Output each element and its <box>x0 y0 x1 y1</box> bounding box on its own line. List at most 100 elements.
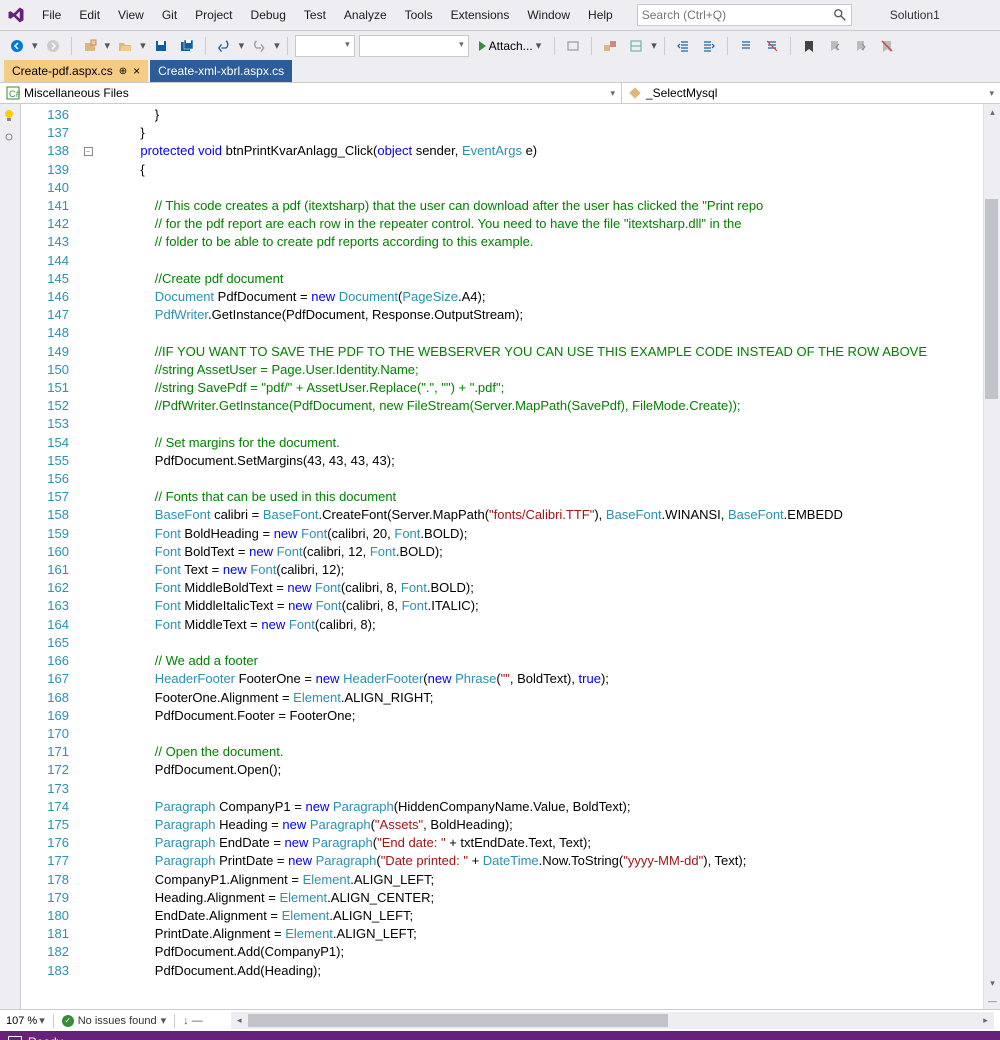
menu-edit[interactable]: Edit <box>71 4 108 26</box>
attach-button[interactable]: Attach... ▾ <box>473 35 548 57</box>
fold-cell[interactable] <box>79 470 97 488</box>
code-line[interactable]: // folder to be able to create pdf repor… <box>97 233 1000 251</box>
indent-more-button[interactable] <box>698 35 720 57</box>
code-line[interactable]: PdfDocument.Footer = FooterOne; <box>97 707 1000 725</box>
fold-cell[interactable] <box>79 379 97 397</box>
code-line[interactable]: } <box>97 106 1000 124</box>
fold-cell[interactable] <box>79 743 97 761</box>
close-icon[interactable]: × <box>133 64 140 78</box>
code-line[interactable] <box>97 634 1000 652</box>
code-line[interactable]: { <box>97 161 1000 179</box>
new-project-button[interactable] <box>79 35 101 57</box>
code-line[interactable]: // Set margins for the document. <box>97 434 1000 452</box>
fold-cell[interactable] <box>79 488 97 506</box>
undo-button[interactable] <box>213 35 235 57</box>
dropdown-icon[interactable]: ▾ <box>239 39 245 52</box>
vertical-scrollbar[interactable]: ▴ ▾ ― <box>983 104 1000 1009</box>
fold-cell[interactable] <box>79 397 97 415</box>
code-line[interactable]: // This code creates a pdf (itextsharp) … <box>97 197 1000 215</box>
fold-cell[interactable] <box>79 925 97 943</box>
dropdown-icon[interactable]: ▾ <box>105 39 111 52</box>
fold-cell[interactable] <box>79 561 97 579</box>
dropdown-icon[interactable]: ▾ <box>32 39 38 52</box>
code-line[interactable]: //string AssetUser = Page.User.Identity.… <box>97 361 1000 379</box>
menu-git[interactable]: Git <box>154 4 185 26</box>
code-line[interactable]: PdfWriter.GetInstance(PdfDocument, Respo… <box>97 306 1000 324</box>
nav-fwd-button[interactable] <box>42 35 64 57</box>
fold-column[interactable]: − <box>79 104 97 1009</box>
fold-cell[interactable] <box>79 798 97 816</box>
menu-debug[interactable]: Debug <box>243 4 294 26</box>
bookmark-button[interactable] <box>798 35 820 57</box>
code-line[interactable]: PrintDate.Alignment = Element.ALIGN_LEFT… <box>97 925 1000 943</box>
code-line[interactable]: Font MiddleBoldText = new Font(calibri, … <box>97 579 1000 597</box>
toolbar-icon[interactable] <box>599 35 621 57</box>
fold-cell[interactable] <box>79 634 97 652</box>
code-line[interactable]: Paragraph CompanyP1 = new Paragraph(Hidd… <box>97 798 1000 816</box>
zoom-control[interactable]: 107 % ▾ <box>6 1014 45 1027</box>
menu-project[interactable]: Project <box>187 4 240 26</box>
menu-extensions[interactable]: Extensions <box>443 4 518 26</box>
comment-button[interactable] <box>735 35 757 57</box>
search-input[interactable] <box>642 8 833 22</box>
fold-cell[interactable] <box>79 452 97 470</box>
search-icon[interactable] <box>833 8 847 22</box>
code-line[interactable]: } <box>97 124 1000 142</box>
fold-cell[interactable] <box>79 834 97 852</box>
fold-cell[interactable] <box>79 780 97 798</box>
code-line[interactable]: Heading.Alignment = Element.ALIGN_CENTER… <box>97 889 1000 907</box>
search-box[interactable] <box>637 4 852 26</box>
fold-cell[interactable] <box>79 324 97 342</box>
toolbar-icon[interactable] <box>625 35 647 57</box>
save-all-button[interactable] <box>176 35 198 57</box>
dropdown-icon[interactable]: ▾ <box>274 39 280 52</box>
open-button[interactable] <box>114 35 136 57</box>
code-area[interactable]: } } protected void btnPrintKvarAnlagg_Cl… <box>97 104 1000 1009</box>
fold-cell[interactable] <box>79 871 97 889</box>
code-line[interactable]: //string SavePdf = "pdf/" + AssetUser.Re… <box>97 379 1000 397</box>
fold-cell[interactable] <box>79 215 97 233</box>
fold-cell[interactable] <box>79 106 97 124</box>
fold-cell[interactable] <box>79 415 97 433</box>
fold-cell[interactable] <box>79 670 97 688</box>
fold-cell[interactable] <box>79 597 97 615</box>
scroll-down-icon[interactable]: ▾ <box>984 975 1000 992</box>
fold-cell[interactable]: − <box>79 142 97 160</box>
pin-icon[interactable]: ⊕ <box>119 66 127 77</box>
menu-view[interactable]: View <box>110 4 152 26</box>
code-line[interactable]: // Fonts that can be used in this docume… <box>97 488 1000 506</box>
code-line[interactable]: Paragraph EndDate = new Paragraph("End d… <box>97 834 1000 852</box>
error-nav-icon[interactable]: ↓ ― <box>183 1015 203 1027</box>
track-icon[interactable] <box>2 130 18 146</box>
clear-bookmarks-button[interactable] <box>876 35 898 57</box>
prev-bookmark-button[interactable] <box>824 35 846 57</box>
fold-cell[interactable] <box>79 543 97 561</box>
issues-indicator[interactable]: ✓ No issues found <box>62 1015 157 1027</box>
save-button[interactable] <box>150 35 172 57</box>
platform-combo[interactable] <box>359 35 469 57</box>
dropdown-icon[interactable]: ▾ <box>651 39 657 52</box>
fold-cell[interactable] <box>79 233 97 251</box>
code-line[interactable]: PdfDocument.SetMargins(43, 43, 43, 43); <box>97 452 1000 470</box>
code-line[interactable] <box>97 252 1000 270</box>
scroll-thumb[interactable] <box>248 1014 668 1027</box>
menu-help[interactable]: Help <box>580 4 621 26</box>
code-line[interactable]: HeaderFooter FooterOne = new HeaderFoote… <box>97 670 1000 688</box>
menu-window[interactable]: Window <box>519 4 578 26</box>
fold-cell[interactable] <box>79 616 97 634</box>
code-line[interactable]: CompanyP1.Alignment = Element.ALIGN_LEFT… <box>97 871 1000 889</box>
code-line[interactable]: Paragraph PrintDate = new Paragraph("Dat… <box>97 852 1000 870</box>
code-line[interactable]: protected void btnPrintKvarAnlagg_Click(… <box>97 142 1000 160</box>
dropdown-icon[interactable]: ▾ <box>39 1014 45 1027</box>
lightbulb-icon[interactable] <box>2 108 18 124</box>
dropdown-icon[interactable]: ▾ <box>536 39 542 52</box>
fold-cell[interactable] <box>79 943 97 961</box>
code-line[interactable]: EndDate.Alignment = Element.ALIGN_LEFT; <box>97 907 1000 925</box>
fold-cell[interactable] <box>79 761 97 779</box>
code-line[interactable]: Document PdfDocument = new Document(Page… <box>97 288 1000 306</box>
code-line[interactable]: Font MiddleText = new Font(calibri, 8); <box>97 616 1000 634</box>
fold-cell[interactable] <box>79 252 97 270</box>
output-icon[interactable] <box>8 1036 22 1040</box>
fold-cell[interactable] <box>79 270 97 288</box>
config-combo[interactable] <box>295 35 355 57</box>
